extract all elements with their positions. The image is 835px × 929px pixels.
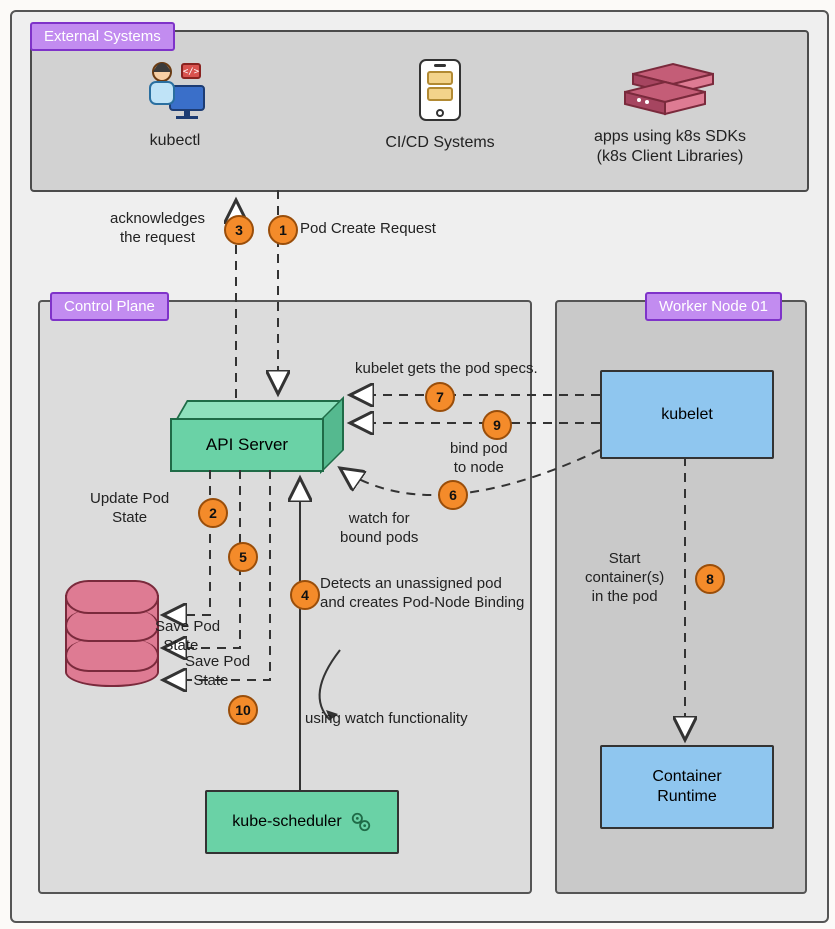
cicd-label: CI/CD Systems (365, 133, 515, 153)
kube-scheduler-box: kube-scheduler (205, 790, 399, 854)
label-ack-l2: the request (120, 229, 195, 246)
svg-text:</>: </> (183, 67, 200, 77)
label-pod-create: Pod Create Request (300, 220, 436, 239)
step-5-badge: 5 (228, 542, 258, 572)
container-runtime-l2: Runtime (657, 787, 717, 807)
step-6-badge: 6 (438, 480, 468, 510)
label-watch-bound-l2: bound pods (340, 529, 418, 546)
step-3-badge: 3 (224, 215, 254, 245)
apps-label-line1: apps using k8s SDKs (594, 128, 746, 145)
step-1-badge: 1 (268, 215, 298, 245)
kube-scheduler-label: kube-scheduler (232, 813, 341, 831)
apps-label-line2: (k8s Client Libraries) (597, 148, 744, 165)
label-save-pod2-l2: State (193, 672, 228, 689)
label-watch-bound-l1: watch for (349, 510, 410, 527)
container-runtime-box: Container Runtime (600, 745, 774, 829)
container-runtime-l1: Container (652, 767, 721, 787)
kubelet-box: kubelet (600, 370, 774, 459)
gear-icon (350, 811, 372, 833)
label-kubelet-specs: kubelet gets the pod specs. (355, 360, 538, 379)
label-start-c-l1: Start (609, 550, 641, 567)
label-update-pod-l2: State (112, 509, 147, 526)
external-cicd: CI/CD Systems (365, 58, 515, 153)
external-kubectl: </> kubectl (100, 58, 250, 151)
kubectl-label: kubectl (100, 131, 250, 151)
label-detect-l2: and creates Pod-Node Binding (320, 594, 524, 611)
label-save-pod-l1: Save Pod (155, 618, 220, 635)
step-10-badge: 10 (228, 695, 258, 725)
step-8-badge: 8 (695, 564, 725, 594)
step-7-badge: 7 (425, 382, 455, 412)
control-plane-label: Control Plane (50, 292, 169, 321)
worker-node-label: Worker Node 01 (645, 292, 782, 321)
label-update-pod-l1: Update Pod (90, 490, 169, 507)
label-watch-func: using watch functionality (305, 710, 468, 729)
servers-icon (615, 58, 725, 116)
label-bind-pod-l2: to node (454, 459, 504, 476)
etcd-database-icon (65, 580, 155, 690)
label-start-c-l2: container(s) (585, 569, 664, 586)
label-detect-l1: Detects an unassigned pod (320, 575, 502, 592)
label-save-pod-l2: State (163, 637, 198, 654)
phone-icon (418, 58, 462, 122)
step-4-badge: 4 (290, 580, 320, 610)
step-9-badge: 9 (482, 410, 512, 440)
api-server-label: API Server (206, 435, 288, 455)
diagram-canvas: External Systems </> kubectl CI/CD Syste… (0, 0, 835, 929)
label-bind-pod-l1: bind pod (450, 440, 508, 457)
label-ack-l1: acknowledges (110, 210, 205, 227)
kubelet-label: kubelet (661, 406, 713, 424)
external-systems-label: External Systems (30, 22, 175, 51)
label-start-c-l3: in the pod (592, 588, 658, 605)
label-save-pod2-l1: Save Pod (185, 653, 250, 670)
step-2-badge: 2 (198, 498, 228, 528)
developer-icon: </> (140, 58, 210, 120)
external-apps: apps using k8s SDKs (k8s Client Librarie… (560, 58, 780, 167)
